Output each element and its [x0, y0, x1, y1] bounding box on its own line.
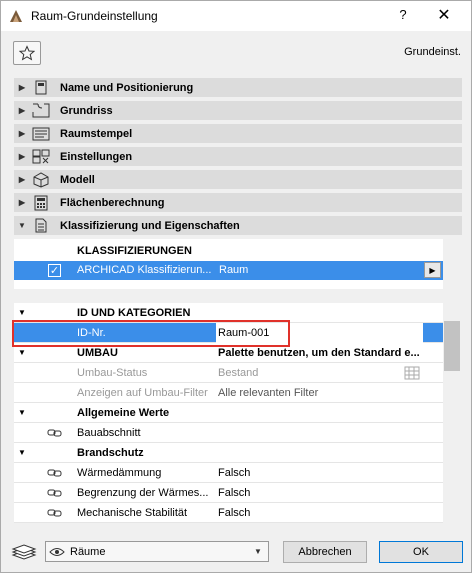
collapse-arrow-icon: ▼ — [18, 221, 26, 230]
cancel-button[interactable]: Abbrechen — [283, 541, 367, 563]
expand-arrow-icon: ▶ — [18, 129, 26, 138]
favorites-button[interactable] — [13, 41, 41, 65]
stamp-icon — [30, 125, 52, 142]
collapse-arrow-icon: ▼ — [18, 348, 26, 357]
section-raumstempel[interactable]: ▶ Raumstempel — [14, 124, 462, 143]
document-icon — [30, 217, 52, 234]
section-einstellungen[interactable]: ▶ Einstellungen — [14, 147, 462, 166]
preset-name: Grundeinst. — [404, 46, 461, 58]
classification-row[interactable]: ✓ ARCHICAD Klassifizierun... Raum ▶ — [14, 261, 443, 280]
section-klassifizierung[interactable]: ▼ Klassifizierung und Eigenschaften — [14, 216, 462, 235]
section-label: Modell — [60, 173, 95, 186]
eye-icon — [46, 547, 68, 557]
property-group-brandschutz[interactable]: ▼ Brandschutz — [14, 443, 443, 463]
id-card-icon — [30, 79, 52, 96]
layers-icon[interactable] — [11, 543, 37, 561]
property-row-umbau-filter[interactable]: Anzeigen auf Umbau-Filter Alle relevante… — [14, 383, 443, 403]
collapse-arrow-icon: ▼ — [18, 448, 26, 457]
classification-system: ARCHICAD Klassifizierun... — [77, 264, 212, 276]
group-label: UMBAU — [77, 347, 118, 359]
property-row-id-nr[interactable]: ID-Nr. Raum-001 — [14, 323, 443, 343]
chevron-down-icon: ▼ — [254, 547, 262, 556]
collapse-arrow-icon: ▼ — [18, 308, 26, 317]
dialog-footer: Räume ▼ Abbrechen OK — [1, 531, 471, 573]
property-group-umbau[interactable]: ▼ UMBAU Palette benutzen, um den Standar… — [14, 343, 443, 363]
title-bar: Raum-Grundeinstellung ? ✕ — [1, 1, 471, 31]
property-label: Begrenzung der Wärmes... — [77, 487, 209, 499]
property-row-begrenzung[interactable]: Begrenzung der Wärmes... Falsch — [14, 483, 443, 503]
group-note: Palette benutzen, um den Standard e... — [218, 347, 420, 359]
property-label: ID-Nr. — [77, 327, 106, 339]
property-label: Anzeigen auf Umbau-Filter — [77, 387, 208, 399]
property-label: Wärmedämmung — [77, 467, 162, 479]
link-icon — [47, 469, 62, 477]
section-label: Einstellungen — [60, 150, 133, 163]
close-button[interactable]: ✕ — [433, 5, 455, 25]
classification-panel: KLASSIFIZIERUNGEN ✓ ARCHICAD Klassifizie… — [14, 239, 443, 289]
archicad-app-icon — [10, 10, 22, 22]
section-label: Grundriss — [60, 104, 113, 117]
section-grundriss[interactable]: ▶ Grundriss — [14, 101, 462, 120]
floorplan-icon — [30, 102, 52, 119]
cube-icon — [30, 171, 52, 188]
view-select-value: Räume — [70, 545, 106, 558]
property-row-umbau-status[interactable]: Umbau-Status Bestand — [14, 363, 443, 383]
section-modell[interactable]: ▶ Modell — [14, 170, 462, 189]
property-label: Umbau-Status — [77, 367, 148, 379]
section-label: Flächenberechnung — [60, 196, 165, 209]
property-value: Bestand — [218, 367, 259, 379]
property-label: Mechanische Stabilität — [77, 507, 188, 519]
renovation-palette-icon[interactable] — [404, 366, 420, 380]
section-label: Name und Positionierung — [60, 81, 194, 94]
section-label: Klassifizierung und Eigenschaften — [60, 219, 240, 232]
view-select[interactable]: Räume ▼ — [45, 541, 269, 562]
property-label: Bauabschnitt — [77, 427, 141, 439]
property-row-stabilitaet[interactable]: Mechanische Stabilität Falsch — [14, 503, 443, 523]
classification-header: KLASSIFIZIERUNGEN — [77, 245, 192, 257]
expand-arrow-icon: ▶ — [18, 175, 26, 184]
property-value: Alle relevanten Filter — [218, 387, 319, 399]
ok-button[interactable]: OK — [379, 541, 463, 563]
property-value: Falsch — [218, 487, 251, 499]
group-label: ID UND KATEGORIEN — [77, 307, 191, 319]
section-name-positionierung[interactable]: ▶ Name und Positionierung — [14, 78, 462, 97]
expand-arrow-icon: ▶ — [18, 198, 26, 207]
settings-grid-icon — [30, 148, 52, 165]
help-button[interactable]: ? — [393, 7, 413, 25]
expand-arrow-icon: ▶ — [18, 106, 26, 115]
group-label: Allgemeine Werte — [77, 407, 170, 419]
section-flaechenberechnung[interactable]: ▶ Flächenberechnung — [14, 193, 462, 212]
property-value-input[interactable]: Raum-001 — [216, 323, 423, 343]
scrollbar-thumb[interactable] — [444, 321, 460, 371]
link-icon — [47, 509, 62, 517]
property-value: Falsch — [218, 507, 251, 519]
property-value: Falsch — [218, 467, 251, 479]
property-row-waermedaemmung[interactable]: Wärmedämmung Falsch — [14, 463, 443, 483]
link-icon — [47, 429, 62, 437]
property-row-bauabschnitt[interactable]: Bauabschnitt — [14, 423, 443, 443]
property-group-allgemein[interactable]: ▼ Allgemeine Werte — [14, 403, 443, 423]
star-icon — [19, 45, 35, 61]
chevron-right-icon[interactable]: ▶ — [424, 262, 441, 278]
classification-value: Raum — [219, 264, 249, 276]
expand-arrow-icon: ▶ — [18, 152, 26, 161]
properties-scrollbar[interactable] — [443, 303, 462, 523]
calculator-icon — [30, 194, 52, 211]
link-icon — [47, 489, 62, 497]
properties-list: ▼ ID UND KATEGORIEN ID-Nr. Raum-001 ▼ UM… — [14, 303, 443, 523]
group-label: Brandschutz — [77, 447, 144, 459]
checkbox-checked[interactable]: ✓ — [48, 264, 61, 277]
section-label: Raumstempel — [60, 127, 133, 140]
window-title: Raum-Grundeinstellung — [31, 9, 158, 23]
expand-arrow-icon: ▶ — [18, 83, 26, 92]
collapse-arrow-icon: ▼ — [18, 408, 26, 417]
property-group-id[interactable]: ▼ ID UND KATEGORIEN — [14, 303, 443, 323]
settings-dialog: Raum-Grundeinstellung ? ✕ Grundeinst. ▶ … — [0, 0, 472, 573]
